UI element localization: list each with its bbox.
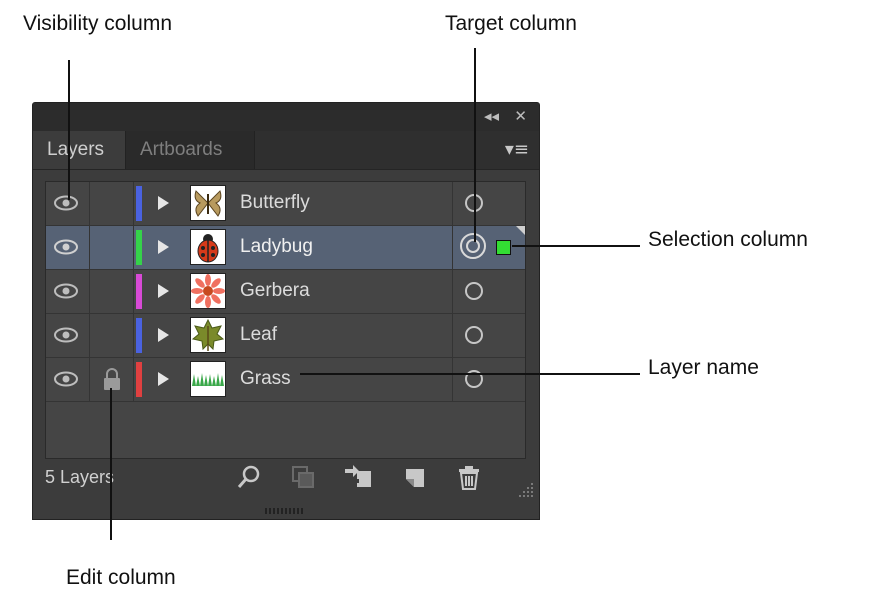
expand-triangle-icon[interactable]: [158, 240, 169, 254]
layer-color-swatch: [136, 186, 142, 221]
layer-count: 5 Layers: [45, 467, 115, 487]
close-icon[interactable]: ✕: [514, 107, 527, 125]
edit-toggle[interactable]: [90, 270, 134, 313]
layer-color-swatch: [136, 230, 142, 265]
layers-panel: ◂◂ ✕ Layers Artboards ▾≡ Butterfly Ladyb…: [32, 102, 540, 520]
edit-toggle[interactable]: [90, 358, 134, 401]
layer-row-grass[interactable]: Grass: [46, 358, 525, 402]
lock-icon: [104, 368, 120, 390]
edit-leader-line: [110, 388, 112, 540]
visibility-toggle[interactable]: [46, 314, 90, 357]
layer-color-swatch: [136, 362, 142, 397]
layer-name-leader-line: [300, 373, 640, 375]
ladybug-thumbnail: [190, 229, 226, 265]
selection-indicator[interactable]: [496, 240, 511, 255]
visibility-column-callout: Visibility column: [23, 12, 172, 35]
selection-leader-line: [512, 245, 640, 247]
eye-icon: [54, 283, 78, 299]
gerbera-thumbnail: [190, 273, 226, 309]
leaf-thumbnail: [190, 317, 226, 353]
tab-artboards[interactable]: Artboards: [125, 131, 255, 169]
grass-thumbnail: [190, 361, 226, 397]
target-column-callout: Target column: [445, 12, 577, 35]
edit-toggle[interactable]: [90, 226, 134, 269]
target-cell[interactable]: [452, 270, 525, 313]
panel-drag-grip[interactable]: [265, 508, 305, 514]
edit-toggle[interactable]: [90, 182, 134, 225]
target-leader-line: [474, 48, 476, 242]
target-circle-icon[interactable]: [465, 326, 483, 344]
panel-menu-icon[interactable]: ▾≡: [505, 139, 529, 160]
visibility-toggle[interactable]: [46, 270, 90, 313]
trash-icon[interactable]: [455, 463, 483, 491]
collapse-icon[interactable]: ◂◂: [484, 107, 499, 125]
layer-name[interactable]: Ladybug: [240, 236, 313, 258]
eye-icon: [54, 239, 78, 255]
edit-toggle[interactable]: [90, 314, 134, 357]
panel-titlebar[interactable]: ◂◂ ✕: [33, 103, 539, 131]
layer-name[interactable]: Gerbera: [240, 280, 310, 302]
visibility-leader-line: [68, 60, 70, 200]
new-layer-icon[interactable]: [401, 463, 429, 491]
visibility-toggle[interactable]: [46, 358, 90, 401]
target-double-circle-icon[interactable]: [460, 233, 486, 259]
butterfly-thumbnail: [190, 185, 226, 221]
layer-row-ladybug[interactable]: Ladybug: [46, 226, 525, 270]
layer-row-leaf[interactable]: Leaf: [46, 314, 525, 358]
selection-corner-icon: [516, 226, 525, 235]
layer-color-swatch: [136, 274, 142, 309]
layer-name[interactable]: Grass: [240, 368, 291, 390]
eye-icon: [54, 327, 78, 343]
layer-row-gerbera[interactable]: Gerbera: [46, 270, 525, 314]
layer-row-butterfly[interactable]: Butterfly: [46, 182, 525, 226]
visibility-toggle[interactable]: [46, 226, 90, 269]
layers-list: Butterfly Ladybug Gerbera Leaf Grass: [45, 181, 526, 459]
search-icon[interactable]: [235, 463, 263, 491]
expand-triangle-icon[interactable]: [158, 284, 169, 298]
expand-triangle-icon[interactable]: [158, 196, 169, 210]
resize-grip-icon[interactable]: [519, 481, 535, 497]
target-cell[interactable]: [452, 226, 525, 269]
target-cell[interactable]: [452, 314, 525, 357]
expand-triangle-icon[interactable]: [158, 372, 169, 386]
clipping-mask-icon[interactable]: [289, 463, 317, 491]
layer-color-swatch: [136, 318, 142, 353]
new-sublayer-icon[interactable]: [343, 463, 375, 491]
expand-triangle-icon[interactable]: [158, 328, 169, 342]
tab-layers[interactable]: Layers: [33, 131, 125, 169]
layer-name[interactable]: Leaf: [240, 324, 277, 346]
layer-name-callout: Layer name: [648, 356, 759, 379]
layer-name[interactable]: Butterfly: [240, 192, 310, 214]
eye-icon: [54, 371, 78, 387]
target-cell[interactable]: [452, 182, 525, 225]
selection-column-callout: Selection column: [648, 228, 808, 251]
target-circle-icon[interactable]: [465, 282, 483, 300]
tab-bar: Layers Artboards ▾≡: [33, 131, 539, 170]
edit-column-callout: Edit column: [66, 566, 176, 589]
target-cell[interactable]: [452, 358, 525, 401]
